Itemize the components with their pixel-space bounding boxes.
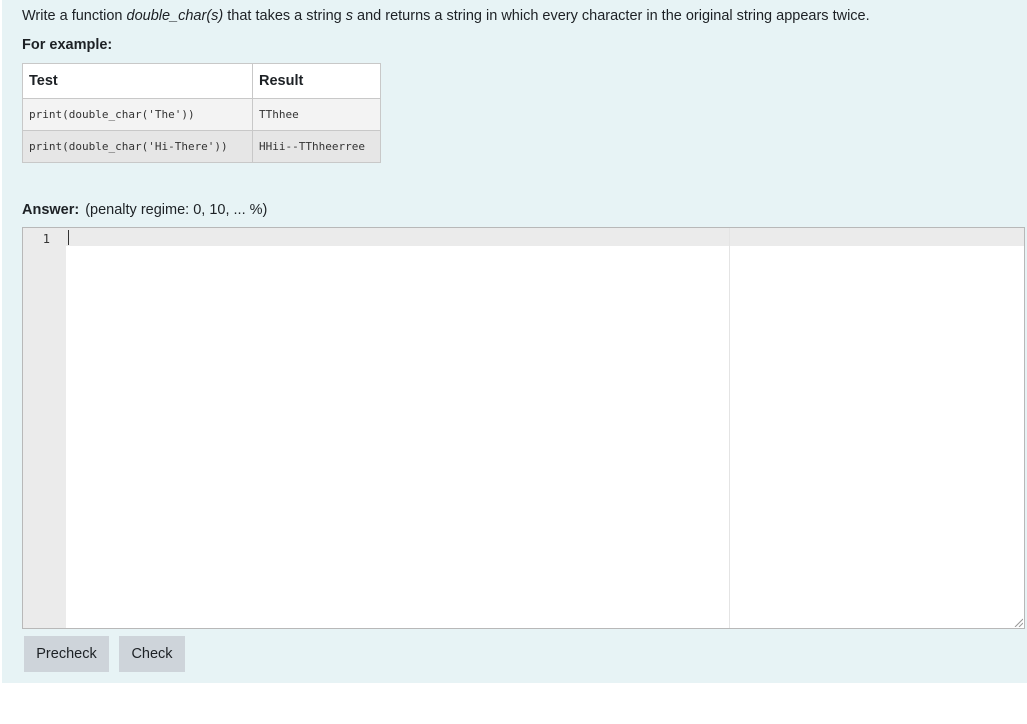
text-cursor bbox=[68, 230, 69, 245]
header-test: Test bbox=[22, 63, 253, 99]
param-name: s bbox=[345, 8, 354, 24]
for-example-label: For example: bbox=[22, 37, 113, 53]
result-cell: HHii--TThheerree bbox=[252, 130, 381, 163]
examples-table: Test Result print(double_char('The')) TT… bbox=[22, 63, 381, 163]
editor-gutter: 1 bbox=[23, 228, 66, 628]
table-row: print(double_char('The')) TThhee bbox=[22, 98, 381, 131]
print-margin bbox=[729, 228, 730, 628]
prompt-text-3: and returns a string in which every char… bbox=[353, 8, 870, 24]
penalty-regime: (penalty regime: 0, 10, ... %) bbox=[85, 202, 268, 218]
answer-label: Answer: bbox=[22, 202, 80, 218]
line-number: 1 bbox=[42, 232, 50, 246]
test-cell: print(double_char('Hi-There')) bbox=[22, 130, 253, 163]
table-row: print(double_char('Hi-There')) HHii--TTh… bbox=[22, 130, 381, 163]
header-result: Result bbox=[252, 63, 381, 99]
prompt-text-2: that takes a string bbox=[223, 8, 346, 24]
question-prompt: Write a function double_char(s) that tak… bbox=[22, 7, 870, 25]
precheck-button[interactable]: Precheck bbox=[24, 636, 109, 672]
code-editor[interactable]: 1 bbox=[22, 227, 1025, 629]
check-button[interactable]: Check bbox=[119, 636, 185, 672]
answer-heading: Answer: (penalty regime: 0, 10, ... %) bbox=[22, 201, 267, 219]
function-name: double_char(s) bbox=[126, 8, 224, 24]
question-panel: Write a function double_char(s) that tak… bbox=[2, 0, 1027, 683]
test-cell: print(double_char('The')) bbox=[22, 98, 253, 131]
resize-handle-icon[interactable] bbox=[1013, 617, 1023, 627]
active-line-highlight bbox=[66, 228, 1024, 246]
prompt-text-1: Write a function bbox=[22, 8, 127, 24]
examples-header-row: Test Result bbox=[22, 63, 381, 99]
result-cell: TThhee bbox=[252, 98, 381, 131]
